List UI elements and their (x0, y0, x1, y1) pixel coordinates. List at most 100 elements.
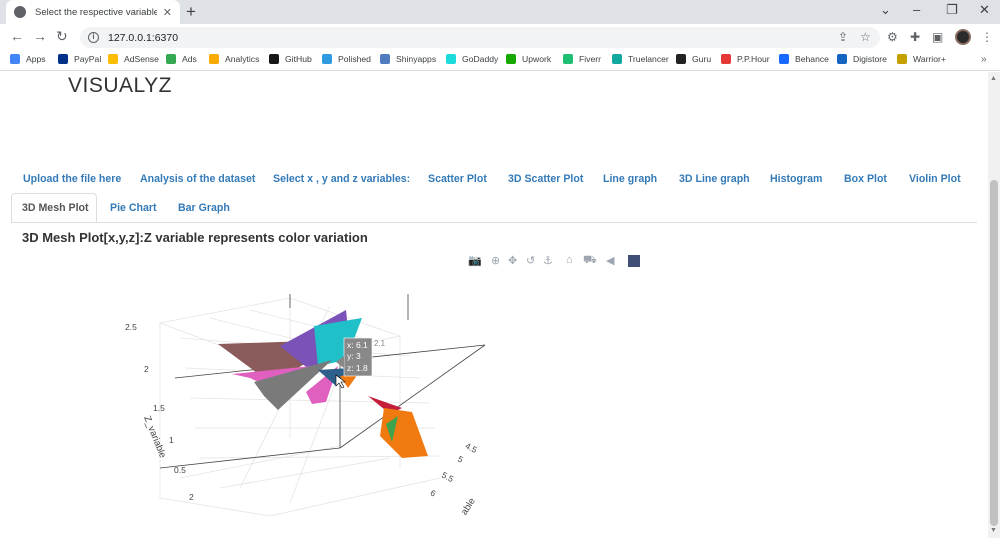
zoom-icon[interactable]: ⊕ (491, 254, 500, 267)
bookmark-adsense[interactable]: AdSense (108, 54, 159, 64)
scroll-down-icon[interactable]: ▼ (990, 527, 997, 534)
hover-x-label: x: 6.1 (347, 340, 368, 350)
restore-icon[interactable]: ❐ (946, 2, 958, 18)
bookmark-truelancer[interactable]: Truelancer (612, 54, 669, 64)
orbit-icon[interactable]: ↺ (526, 254, 535, 267)
tab-scatter-plot[interactable]: Scatter Plot (428, 173, 487, 185)
bookmark-analytics[interactable]: Analytics (209, 54, 259, 64)
tab-histogram[interactable]: Histogram (770, 173, 822, 185)
y-axis-title: able (459, 496, 478, 516)
reset-camera-icon[interactable]: ⛟ (583, 254, 597, 268)
bookmark-godaddy[interactable]: GoDaddy (446, 54, 498, 64)
hover-y-label: y: 3 (347, 351, 361, 361)
bookmark-label: Guru (692, 54, 712, 64)
share-icon[interactable]: ⇪ (838, 30, 848, 44)
tab-search-icon[interactable]: ⌄ (880, 2, 891, 18)
mesh-3d-plot[interactable]: x: 6.1 y: 3 z: 1.8 2.1 2.5 2 1.5 1 0.5 2… (100, 278, 530, 516)
y-tick: 6 (429, 488, 438, 499)
bookmark-behance[interactable]: Behance (779, 54, 829, 64)
tab-box-plot[interactable]: Box Plot (844, 173, 887, 185)
bookmark-guru[interactable]: Guru (676, 54, 711, 64)
mesh-face (380, 408, 428, 458)
warriorplus-icon (897, 54, 907, 64)
shinyapps-icon (380, 54, 390, 64)
adsense-icon (108, 54, 118, 64)
puzzle-icon[interactable]: ✚ (910, 30, 920, 44)
camera-icon[interactable]: 📷 (468, 254, 482, 267)
plot-section-title: 3D Mesh Plot[x,y,z]:Z variable represent… (22, 230, 368, 245)
bookmark-label: GitHub (285, 54, 312, 64)
tab-line-graph[interactable]: Line graph (603, 173, 657, 185)
bookmark-label: Truelancer (628, 54, 669, 64)
forward-icon[interactable]: → (33, 28, 47, 44)
new-tab-icon[interactable]: + (186, 2, 196, 22)
reload-icon[interactable]: ↻ (56, 28, 68, 45)
site-info-icon[interactable]: i (88, 32, 99, 43)
polished-icon (322, 54, 332, 64)
bookmark-label: Shinyapps (396, 54, 437, 64)
bookmark-star-icon[interactable]: ☆ (860, 30, 871, 44)
tab-analysis[interactable]: Analysis of the dataset (140, 173, 255, 185)
github-icon (269, 54, 279, 64)
upwork-icon (506, 54, 516, 64)
home-icon[interactable]: ⌂ (566, 254, 573, 266)
browser-toolbar: ← → ↻ i 127.0.0.1:6370 ⇪ ☆ ⚙ ✚ ▣ ⋮ (0, 24, 1000, 51)
tab-3d-line-graph[interactable]: 3D Line graph (679, 173, 750, 185)
tab-pie-chart[interactable]: Pie Chart (110, 202, 157, 214)
address-bar[interactable]: i 127.0.0.1:6370 (80, 27, 880, 48)
guru-icon (676, 54, 686, 64)
bookmark-fiverr[interactable]: Fiverr (563, 54, 601, 64)
bookmark-apps[interactable]: Apps (10, 54, 46, 64)
tab-violin-plot[interactable]: Violin Plot (909, 173, 961, 185)
bookmarks-more-icon[interactable]: » (981, 54, 987, 65)
apps-grid-icon (10, 54, 20, 64)
close-window-icon[interactable]: ✕ (979, 2, 990, 18)
pan-icon[interactable]: ✥ (508, 254, 517, 267)
scrollbar-thumb[interactable] (990, 180, 998, 526)
z-tick: 2.5 (125, 322, 137, 332)
bookmark-polished[interactable]: Polished (322, 54, 371, 64)
plotly-logo-icon[interactable] (628, 255, 640, 267)
turntable-icon[interactable]: ⚓ (543, 254, 553, 267)
extension-icon[interactable]: ⚙ (887, 30, 898, 44)
bookmark-warrior-[interactable]: Warrior+ (897, 54, 946, 64)
side-panel-icon[interactable]: ▣ (932, 30, 943, 44)
back-icon[interactable]: ← (10, 28, 24, 44)
tab-upload[interactable]: Upload the file here (23, 173, 121, 185)
tab-3d-scatter-plot[interactable]: 3D Scatter Plot (508, 173, 583, 185)
y-tick: 4.5 (464, 441, 479, 456)
bookmark-p-p-hour[interactable]: P.P.Hour (721, 54, 770, 64)
bookmark-github[interactable]: GitHub (269, 54, 312, 64)
bookmark-shinyapps[interactable]: Shinyapps (380, 54, 436, 64)
bookmark-label: PayPal (74, 54, 102, 64)
z-tick: 1 (169, 435, 174, 445)
hover-toggle-icon[interactable]: ◀ (606, 254, 614, 267)
bookmark-label: Apps (26, 54, 46, 64)
tab-bar-graph[interactable]: Bar Graph (178, 202, 230, 214)
bookmark-label: GoDaddy (462, 54, 499, 64)
browser-tab[interactable]: Select the respective variables to pl ✕ (6, 0, 180, 24)
analytics-icon (209, 54, 219, 64)
minimize-icon[interactable]: – (913, 2, 920, 17)
scroll-up-icon[interactable]: ▲ (990, 75, 997, 82)
z-tick: 0.5 (174, 465, 186, 475)
bookmark-label: Fiverr (579, 54, 601, 64)
bookmark-ads[interactable]: Ads (166, 54, 197, 64)
bookmark-label: Digistore (853, 54, 887, 64)
menu-icon[interactable]: ⋮ (981, 30, 993, 44)
bookmark-label: P.P.Hour (737, 54, 770, 64)
bookmark-label: Upwork (522, 54, 552, 64)
profile-avatar[interactable] (955, 29, 971, 45)
bookmark-label: Warrior+ (913, 54, 946, 64)
godaddy-icon (446, 54, 456, 64)
bookmark-digistore[interactable]: Digistore (837, 54, 887, 64)
globe-icon (14, 6, 26, 18)
close-tab-icon[interactable]: ✕ (163, 6, 172, 19)
bookmark-label: Polished (338, 54, 371, 64)
bookmark-upwork[interactable]: Upwork (506, 54, 551, 64)
z-tick: 2 (189, 492, 194, 502)
tab-select-variables[interactable]: Select x , y and z variables: (273, 173, 410, 185)
z-tick: 1.5 (153, 403, 165, 413)
bookmark-paypal[interactable]: PayPal (58, 54, 101, 64)
tab-3d-mesh-plot[interactable]: 3D Mesh Plot (22, 202, 89, 214)
